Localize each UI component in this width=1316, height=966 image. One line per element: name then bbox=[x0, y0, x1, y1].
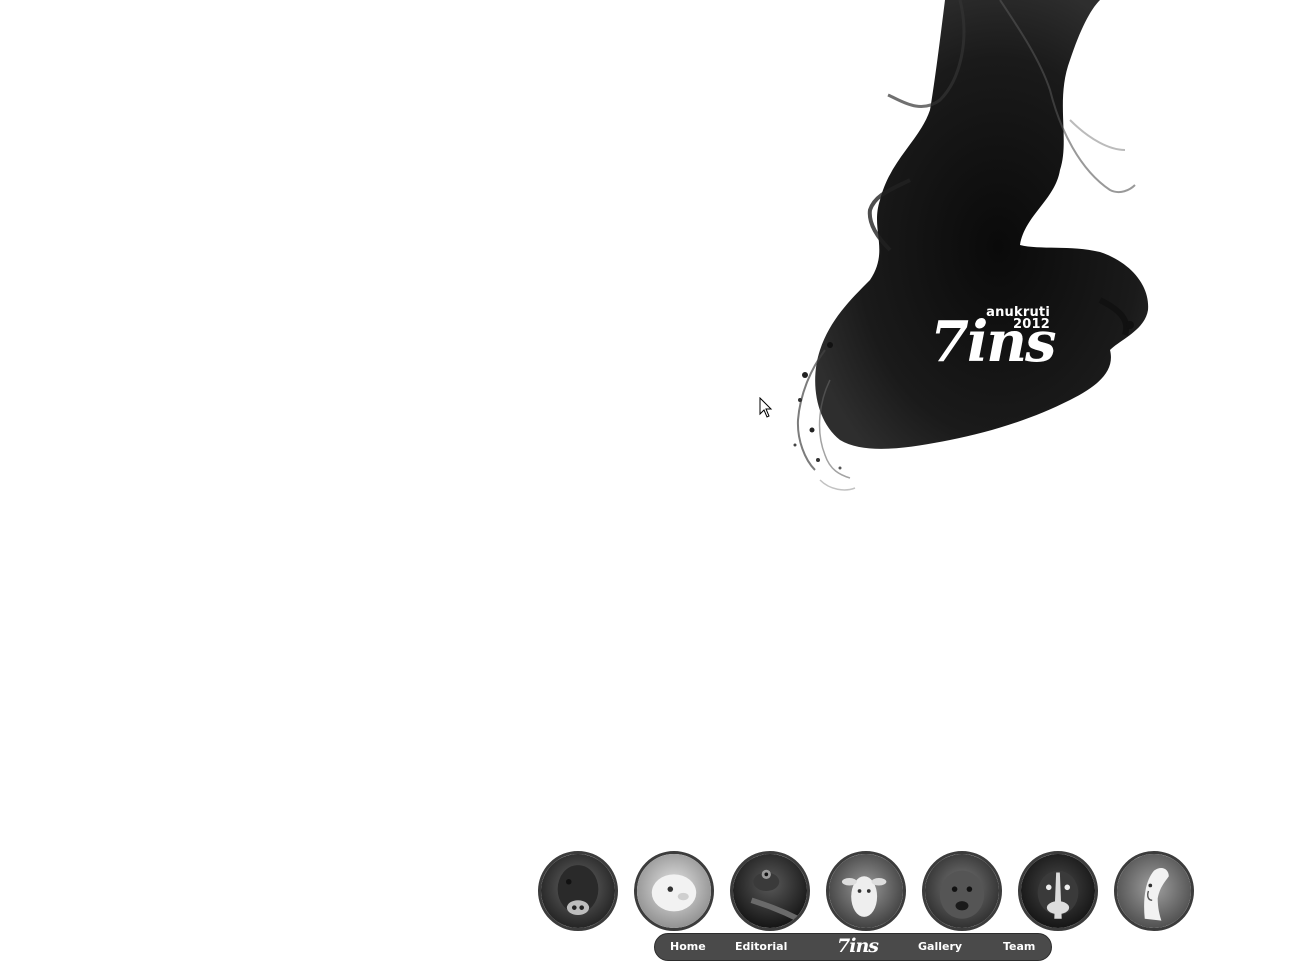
mouse-cursor-icon bbox=[759, 397, 773, 418]
logo-year: 2012 bbox=[1013, 317, 1050, 332]
anukruti-logo: 7ins anukruti 2012 bbox=[926, 302, 1056, 384]
animal-thumbnail-strip bbox=[538, 851, 1198, 933]
goat-thumbnail[interactable] bbox=[826, 851, 906, 931]
page: 7ins anukruti 2012 Home Editorial 7ins G… bbox=[0, 0, 1316, 966]
dog-thumbnail[interactable] bbox=[922, 851, 1002, 931]
nav-editorial[interactable]: Editorial bbox=[735, 940, 787, 954]
lamb-thumbnail[interactable] bbox=[634, 851, 714, 931]
ink-splash-artwork bbox=[793, 0, 1149, 491]
nav-team[interactable]: Team bbox=[1003, 940, 1035, 954]
boxer-dog-thumbnail[interactable] bbox=[1018, 851, 1098, 931]
nav-gallery[interactable]: Gallery bbox=[918, 940, 962, 954]
lizard-thumbnail[interactable] bbox=[730, 851, 810, 931]
nav-logo[interactable]: 7ins bbox=[837, 933, 879, 959]
horse-thumbnail[interactable] bbox=[1114, 851, 1194, 931]
bull-thumbnail[interactable] bbox=[538, 851, 618, 931]
bottom-nav-bar: Home Editorial 7ins Gallery Team bbox=[654, 933, 1052, 961]
nav-home[interactable]: Home bbox=[670, 940, 706, 954]
